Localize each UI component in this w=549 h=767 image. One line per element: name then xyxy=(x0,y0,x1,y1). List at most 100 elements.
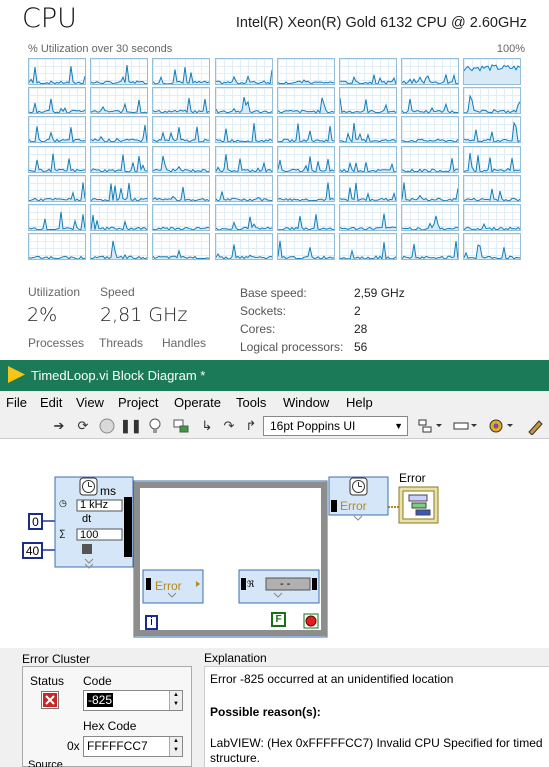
cpu-core-graph xyxy=(28,145,86,173)
hex-code-field[interactable]: FFFFFCC7 ▲ ▼ xyxy=(83,736,183,757)
false-constant[interactable]: F xyxy=(271,612,286,627)
period-value[interactable]: 100 xyxy=(80,529,98,541)
utilization-value: 2% xyxy=(27,304,58,326)
cpu-graph-area xyxy=(464,65,521,84)
cpu-core-graph xyxy=(463,116,522,144)
base-speed-label: Base speed: xyxy=(240,286,307,300)
constant-zero[interactable]: 0 xyxy=(28,513,43,530)
unbundle-icon: ℜ xyxy=(247,579,255,589)
cpu-core-graph xyxy=(90,58,149,85)
menu-project[interactable]: Project xyxy=(118,395,158,410)
block-diagram[interactable]: ms 1 kHz ◷ dt 100 ∑ 0 40 Error Error ℜ -… xyxy=(0,440,549,648)
step-over-icon[interactable]: ↷ xyxy=(220,417,238,435)
cpu-core-graph xyxy=(463,58,522,85)
cpu-graph-line xyxy=(29,211,85,230)
font-select[interactable]: 16pt Poppins UI ▼ xyxy=(263,416,408,436)
priority-icon: ∑ xyxy=(59,528,66,538)
hex-code-spinner[interactable]: ▲ ▼ xyxy=(169,737,182,756)
cpu-core-graph xyxy=(152,204,211,231)
code-spinner[interactable]: ▲ ▼ xyxy=(169,691,182,710)
run-continuously-icon[interactable]: ⟳ xyxy=(74,417,92,435)
cpu-graph-line xyxy=(402,241,459,260)
error-indicator-label: Error xyxy=(399,471,426,485)
cpu-graph-line xyxy=(340,213,396,230)
cpu-graph-line xyxy=(340,98,396,114)
cpu-graph-line xyxy=(402,157,459,172)
cpu-graph-area xyxy=(215,69,272,84)
cpu-core-graph xyxy=(401,145,460,173)
status-indicator[interactable] xyxy=(41,691,59,709)
step-out-icon[interactable]: ↱ xyxy=(242,417,260,435)
cpu-core-graph xyxy=(339,145,397,173)
code-field[interactable]: -825 ▲ ▼ xyxy=(83,690,183,711)
cpu-model: Intel(R) Xeon(R) Gold 6132 CPU @ 2.60GHz xyxy=(235,15,527,31)
explanation-box[interactable]: Error -825 occurred at an unidentified l… xyxy=(204,666,549,767)
cpu-graph-line xyxy=(29,66,85,84)
cpu-core-graph xyxy=(276,145,335,173)
cpu-graph-line xyxy=(153,186,210,201)
highlight-execution-icon[interactable] xyxy=(146,417,164,435)
step-into-icon[interactable]: ↳ xyxy=(198,417,216,435)
menu-window[interactable]: Window xyxy=(283,395,329,410)
hex-code-label: Hex Code xyxy=(83,719,137,733)
menu-view[interactable]: View xyxy=(76,395,104,410)
menu-tools[interactable]: Tools xyxy=(236,395,266,410)
cpu-graph-line xyxy=(29,98,85,114)
cpu-core-graph xyxy=(401,116,460,144)
cpu-core-graph xyxy=(463,204,522,231)
cpu-core-graph xyxy=(28,58,86,85)
align-objects-icon[interactable] xyxy=(417,417,443,435)
distribute-objects-icon[interactable] xyxy=(452,417,478,435)
cpu-graph-area xyxy=(29,66,85,84)
cpu-core-graph xyxy=(28,116,86,144)
error-cluster-label: Error Cluster xyxy=(22,652,91,666)
cpu-core-graph xyxy=(90,87,149,115)
cleanup-diagram-icon[interactable] xyxy=(526,417,546,436)
explanation-line-4: structure. xyxy=(210,751,261,765)
explanation-label: Explanation xyxy=(204,651,267,665)
pause-icon[interactable]: ❚❚ xyxy=(120,417,142,435)
hex-code-value: FFFFFCC7 xyxy=(87,739,148,753)
cpu-core-graph xyxy=(401,233,460,261)
constant-forty[interactable]: 40 xyxy=(22,542,43,559)
cpu-core-graph xyxy=(401,174,460,202)
retain-wire-values-icon[interactable] xyxy=(172,417,190,435)
dt-label: dt xyxy=(82,513,92,525)
cpu-graphs-grid[interactable] xyxy=(28,58,523,261)
cpu-graph-line xyxy=(91,125,148,143)
cpu-core-graph xyxy=(28,204,86,231)
cpu-graph-area xyxy=(153,67,210,84)
cpu-graph-line xyxy=(277,182,334,201)
cpu-core-graph xyxy=(339,87,397,115)
menu-operate[interactable]: Operate xyxy=(174,395,221,410)
menu-help[interactable]: Help xyxy=(346,395,373,410)
cpu-core-graph xyxy=(463,145,522,173)
cpu-graph-line xyxy=(153,98,210,114)
cpu-core-graph xyxy=(463,233,522,261)
cpu-core-graph xyxy=(276,116,335,144)
cpu-graph-area xyxy=(340,123,396,143)
cpu-core-graph xyxy=(463,87,522,115)
cpu-core-graph xyxy=(214,116,273,144)
menu-edit[interactable]: Edit xyxy=(40,395,62,410)
diagram-toolbar: ➔ ⟳ ❚❚ ↳ ↷ ↱ 16pt Poppins UI ▼ xyxy=(0,413,549,439)
error-x-icon xyxy=(43,693,57,707)
run-arrow-icon[interactable]: ➔ xyxy=(50,417,68,435)
threads-label: Threads xyxy=(99,336,144,350)
iteration-terminal[interactable]: i xyxy=(145,615,158,630)
cpu-graph-line xyxy=(91,214,148,230)
cpu-graph-line xyxy=(464,222,521,230)
processes-label: Processes xyxy=(28,336,85,350)
abort-icon[interactable] xyxy=(98,417,116,435)
cpu-core-graph xyxy=(339,116,397,144)
labview-title-bar[interactable]: TimedLoop.vi Block Diagram * xyxy=(0,360,549,391)
base-speed-value: 2,59 GHz xyxy=(354,286,405,300)
reorder-icon[interactable] xyxy=(488,417,514,435)
cpu-graph-area xyxy=(340,242,396,260)
handles-label: Handles xyxy=(162,336,207,350)
graph-subtitle: % Utilization over 30 seconds xyxy=(28,43,173,55)
cpu-graph-line xyxy=(91,64,148,84)
cores-value: 28 xyxy=(354,322,368,336)
cpu-core-graph xyxy=(214,87,273,115)
menu-file[interactable]: File xyxy=(6,395,27,410)
